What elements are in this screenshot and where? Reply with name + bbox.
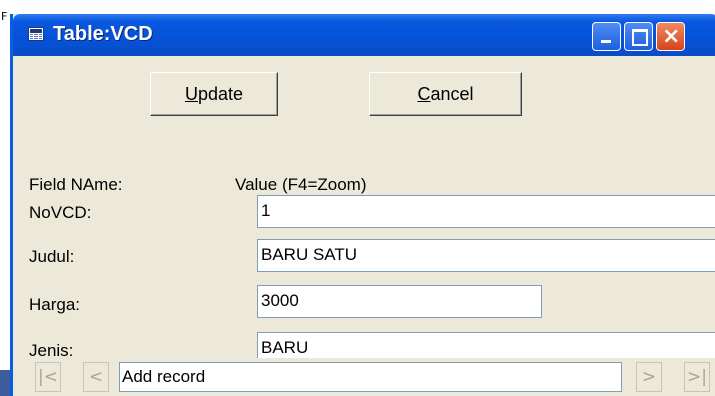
novcd-input[interactable]: 1 (257, 195, 715, 228)
previous-record-button[interactable]: < (83, 362, 109, 392)
maximize-button[interactable] (624, 22, 653, 51)
background-window: F (0, 0, 10, 396)
field-name-header: Field NAme: (29, 175, 123, 194)
table-vcd-window: Table:VCD × Update Cancel Field NAme: Va… (10, 14, 715, 396)
field-label-judul: Judul: (29, 247, 75, 266)
harga-input[interactable]: 3000 (257, 285, 542, 318)
first-record-button[interactable]: |< (35, 362, 61, 392)
last-record-button[interactable]: >| (684, 362, 710, 392)
window-title: Table:VCD (53, 23, 153, 45)
value-header: Value (F4=Zoom) (235, 175, 367, 194)
background-text: F (1, 10, 8, 23)
close-icon: × (662, 24, 681, 49)
update-label: Update (184, 83, 244, 104)
field-label-novcd: NoVCD: (29, 203, 92, 222)
minimize-button[interactable] (592, 22, 621, 51)
cancel-label: Cancel (417, 83, 474, 104)
cancel-button[interactable]: Cancel (369, 72, 522, 116)
record-status: Add record (119, 362, 622, 392)
field-label-harga: Harga: (29, 295, 81, 314)
title-bar[interactable]: Table:VCD × (13, 14, 715, 56)
update-button[interactable]: Update (150, 72, 278, 116)
judul-input[interactable]: BARU SATU (257, 239, 715, 272)
next-record-button[interactable]: > (636, 362, 662, 392)
background-taskbar-edge (0, 370, 10, 396)
record-navigation-bar: |< < Add record > >| (13, 358, 715, 396)
table-icon (28, 27, 44, 41)
close-button[interactable]: × (656, 22, 685, 51)
